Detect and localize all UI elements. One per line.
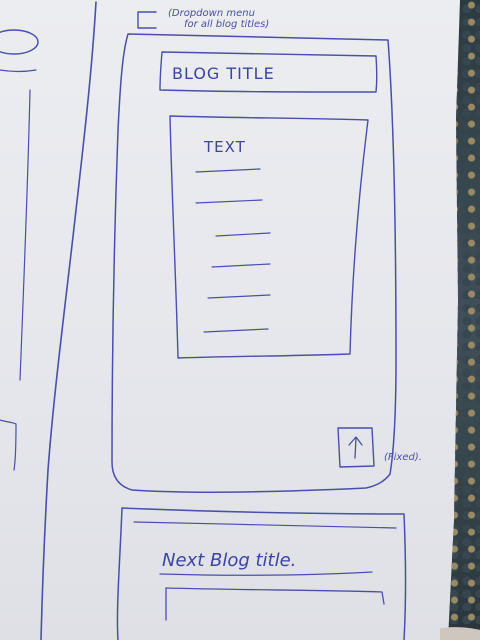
dropdown-annotation-line1: (Dropdown menu [168, 8, 255, 19]
scroll-top-annotation: (Fixed). [384, 452, 422, 463]
paper-corner [440, 627, 480, 640]
screen-frame [111, 33, 397, 493]
text-line [207, 294, 271, 299]
next-post-text-box [165, 587, 385, 605]
scroll-top-button[interactable] [337, 427, 375, 468]
next-blog-title[interactable]: Next Blog title. [162, 550, 296, 571]
text-heading: TEXT [203, 138, 246, 156]
wireframe-sketch: (Dropdown menu for all blog titles) BLOG… [0, 1, 480, 640]
text-line [203, 328, 269, 333]
text-line [215, 232, 271, 237]
left-partial-panel [0, 1, 97, 640]
text-line [211, 263, 271, 268]
dropdown-annotation-line2: for all blog titles) [184, 19, 269, 30]
text-line [195, 168, 261, 173]
dropdown-menu-button[interactable] [137, 11, 157, 29]
arrow-up-icon [348, 436, 363, 459]
next-title-underline [159, 571, 373, 576]
left-toggle-icon [0, 29, 39, 55]
next-post-divider [133, 521, 397, 529]
text-line [195, 199, 263, 204]
text-content-box [169, 115, 369, 359]
text-lines [195, 168, 271, 333]
blog-title: BLOG TITLE [172, 64, 275, 83]
